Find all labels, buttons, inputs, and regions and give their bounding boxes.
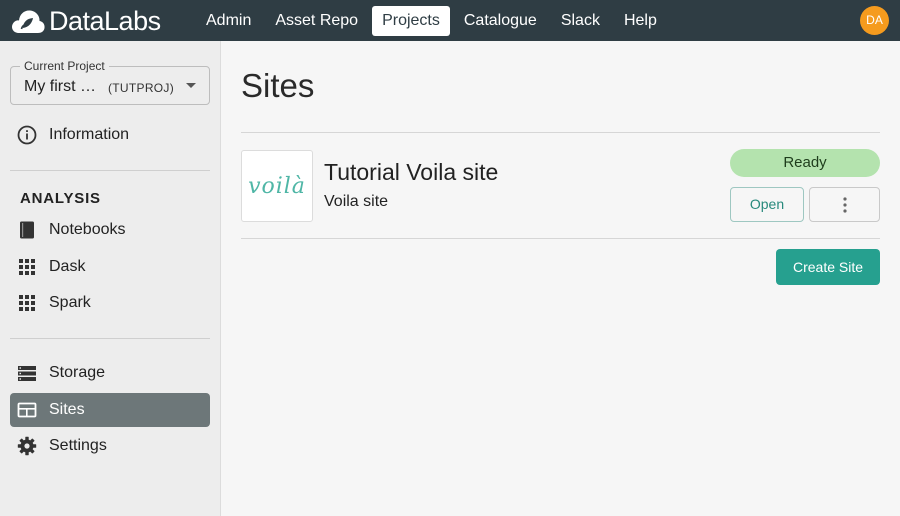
info-icon xyxy=(17,125,37,145)
top-navigation-bar: DataLabs Admin Asset Repo Projects Catal… xyxy=(0,0,900,41)
grid-icon xyxy=(17,257,37,277)
cloud-icon xyxy=(12,10,45,33)
web-icon xyxy=(17,400,37,420)
brand-logo[interactable]: DataLabs xyxy=(10,4,161,38)
chevron-down-icon xyxy=(186,83,196,88)
more-options-button[interactable] xyxy=(809,187,880,222)
content-divider xyxy=(241,238,880,239)
grid-icon xyxy=(17,293,37,313)
nav-catalogue[interactable]: Catalogue xyxy=(454,6,547,36)
sidebar-item-label: Settings xyxy=(49,437,107,454)
page-title: Sites xyxy=(241,67,315,104)
current-project-select[interactable]: Current Project My first … (TUTPROJ) xyxy=(10,59,210,105)
site-type: Voila site xyxy=(324,193,389,210)
nav-slack[interactable]: Slack xyxy=(551,6,610,36)
notebook-icon xyxy=(17,220,37,240)
main-nav: Admin Asset Repo Projects Catalogue Slac… xyxy=(196,6,671,36)
sidebar-divider xyxy=(10,338,210,339)
storage-icon xyxy=(17,363,37,383)
nav-asset-repo[interactable]: Asset Repo xyxy=(265,6,368,36)
content-divider xyxy=(241,132,880,133)
brand-name: DataLabs xyxy=(49,5,161,36)
sidebar-item-label: Dask xyxy=(49,258,86,275)
more-vertical-icon xyxy=(842,196,847,213)
sidebar-divider xyxy=(10,170,210,171)
current-project-value: My first … xyxy=(24,78,96,95)
site-logo-text: voilà xyxy=(248,173,306,199)
nav-help[interactable]: Help xyxy=(614,6,667,36)
sidebar-item-sites[interactable]: Sites xyxy=(10,393,210,427)
analysis-section-title: ANALYSIS xyxy=(20,190,101,207)
sidebar-item-notebooks[interactable]: Notebooks xyxy=(10,213,210,247)
nav-projects[interactable]: Projects xyxy=(372,6,450,36)
sidebar-item-settings[interactable]: Settings xyxy=(10,429,210,463)
nav-admin[interactable]: Admin xyxy=(196,6,261,36)
sidebar-item-label: Notebooks xyxy=(49,221,126,238)
current-project-code: (TUTPROJ) xyxy=(108,81,175,95)
sidebar-item-spark[interactable]: Spark xyxy=(10,286,210,320)
status-badge: Ready xyxy=(730,149,880,177)
sidebar-item-information[interactable]: Information xyxy=(10,118,210,152)
sidebar-item-dask[interactable]: Dask xyxy=(10,250,210,284)
site-name: Tutorial Voila site xyxy=(324,159,499,185)
sidebar-item-label: Spark xyxy=(49,294,91,311)
open-site-button[interactable]: Open xyxy=(730,187,804,222)
user-avatar[interactable]: DA xyxy=(860,6,889,35)
current-project-label: Current Project xyxy=(20,59,109,73)
sidebar-item-storage[interactable]: Storage xyxy=(10,356,210,390)
main-content: Sites voilà Tutorial Voila site Voila si… xyxy=(221,41,900,516)
gear-icon xyxy=(17,436,37,456)
create-site-button[interactable]: Create Site xyxy=(776,249,880,285)
site-logo: voilà xyxy=(241,150,313,222)
sidebar: Current Project My first … (TUTPROJ) Inf… xyxy=(0,41,221,516)
sidebar-item-label: Storage xyxy=(49,364,106,381)
sidebar-item-label: Information xyxy=(49,126,130,143)
sidebar-item-label: Sites xyxy=(49,401,85,418)
